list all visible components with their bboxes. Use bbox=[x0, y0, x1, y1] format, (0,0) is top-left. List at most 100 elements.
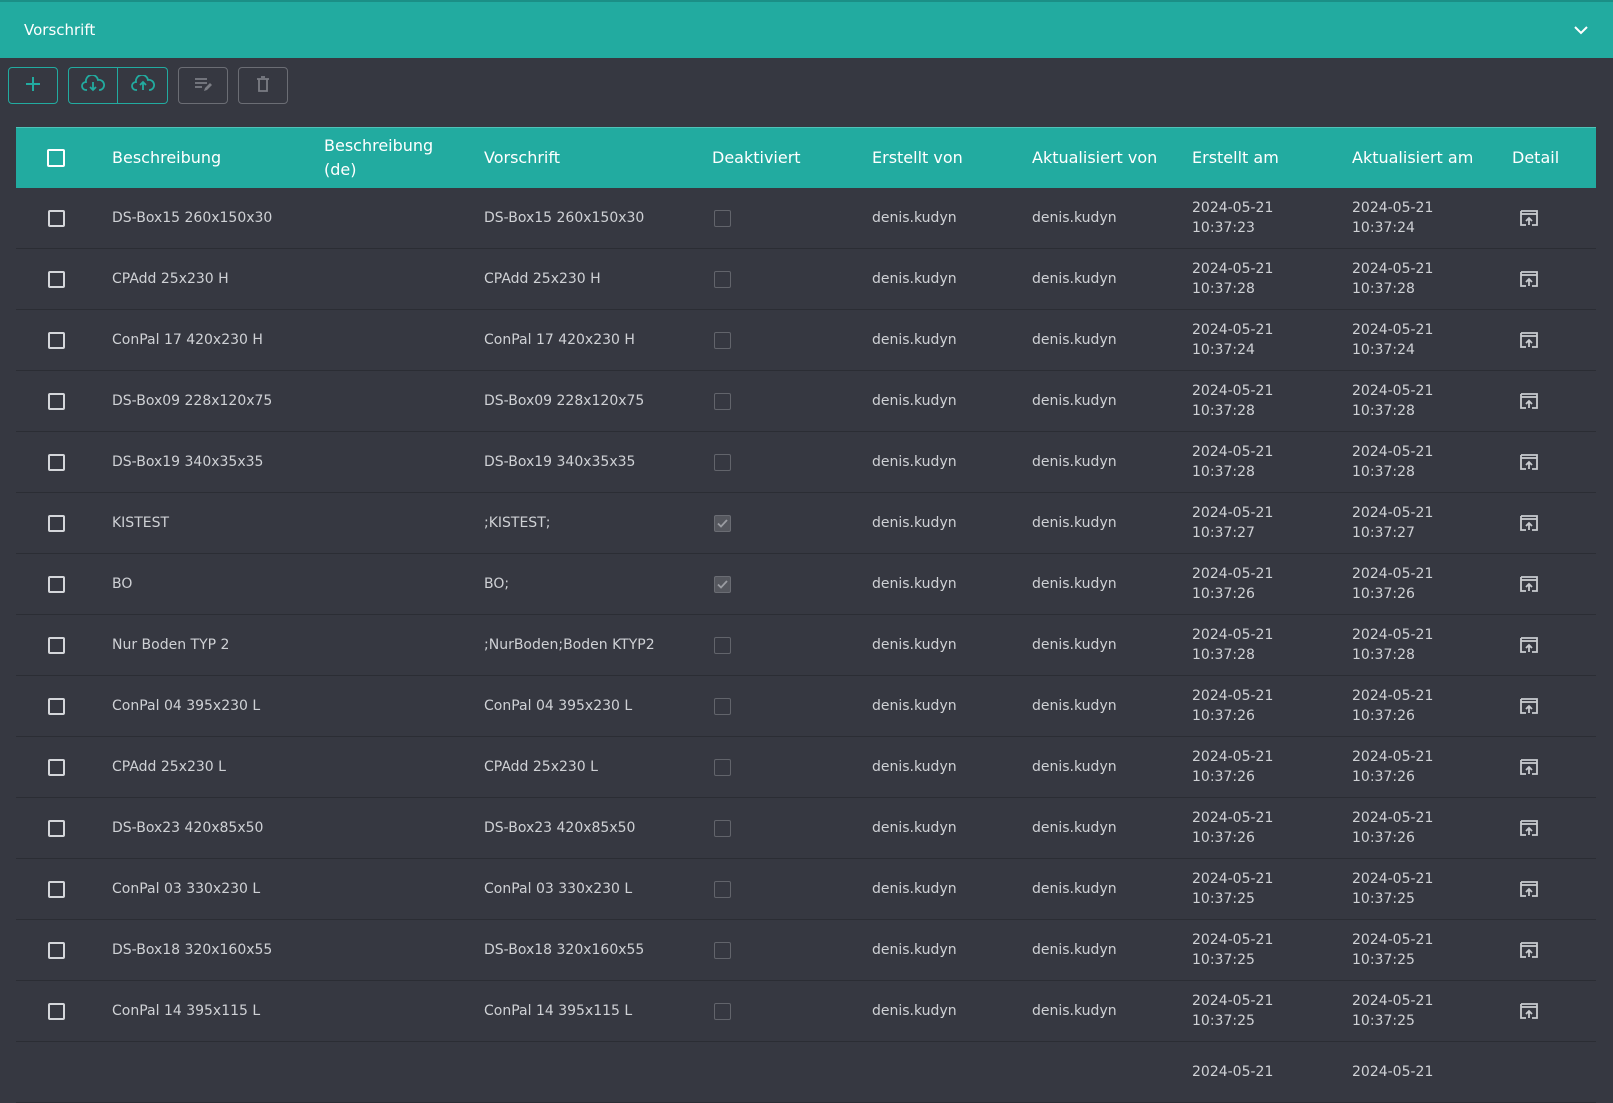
open-detail-icon[interactable] bbox=[1518, 207, 1540, 229]
cell-aktualisiert-von: denis.kudyn bbox=[1032, 515, 1117, 531]
row-select-checkbox[interactable] bbox=[47, 575, 65, 593]
table-row[interactable]: DS-Box18 320x160x55 DS-Box18 320x160x55 de… bbox=[16, 920, 1596, 981]
table-row[interactable]: ConPal 03 330x230 L ConPal 03 330x230 L de… bbox=[16, 859, 1596, 920]
cell-vorschrift: DS-Box23 420x85x50 bbox=[484, 820, 636, 836]
cell-aktualisiert-datum: 2024-05-21 bbox=[1352, 383, 1434, 399]
download-button[interactable] bbox=[68, 67, 118, 104]
cell-erstellt-von: denis.kudyn bbox=[872, 1003, 957, 1019]
col-header-erstellt-am[interactable]: Erstellt am bbox=[1176, 146, 1336, 170]
cell-aktualisiert-zeit: 10:37:28 bbox=[1352, 647, 1415, 663]
col-header-beschreibung-de[interactable]: Beschreibung (de) bbox=[308, 134, 468, 182]
add-button[interactable] bbox=[8, 67, 58, 104]
col-header-erstellt-von[interactable]: Erstellt von bbox=[856, 146, 1016, 170]
table-row[interactable]: BO BO; denis.kudyn denis.kudyn 2024-05-21 10:… bbox=[16, 554, 1596, 615]
cell-aktualisiert-zeit: 10:37:27 bbox=[1352, 525, 1415, 541]
table-row[interactable]: ConPal 14 395x115 L ConPal 14 395x115 L de… bbox=[16, 981, 1596, 1042]
row-select-checkbox[interactable] bbox=[47, 758, 65, 776]
deaktiviert-checkbox bbox=[714, 453, 731, 471]
cell-aktualisiert-datum: 2024-05-21 bbox=[1352, 444, 1434, 460]
table-row[interactable]: CPAdd 25x230 L CPAdd 25x230 L denis.kudyn d… bbox=[16, 737, 1596, 798]
row-select-checkbox[interactable] bbox=[47, 636, 65, 654]
cell-vorschrift: ;NurBoden;Boden KTYP2 bbox=[484, 637, 655, 653]
row-select-checkbox[interactable] bbox=[47, 331, 65, 349]
row-select-checkbox[interactable] bbox=[47, 453, 65, 471]
cell-aktualisiert-datum: 2024-05-21 bbox=[1352, 749, 1434, 765]
open-detail-icon[interactable] bbox=[1518, 878, 1540, 900]
row-select-checkbox[interactable] bbox=[47, 880, 65, 898]
open-detail-icon[interactable] bbox=[1518, 573, 1540, 595]
cloud-upload-icon bbox=[130, 73, 155, 97]
row-select-checkbox[interactable] bbox=[47, 697, 65, 715]
open-detail-icon[interactable] bbox=[1518, 634, 1540, 656]
panel-header[interactable]: Vorschrift bbox=[0, 0, 1613, 58]
upload-button[interactable] bbox=[118, 67, 168, 104]
cell-erstellt-von: denis.kudyn bbox=[872, 942, 957, 958]
table-row[interactable]: CPAdd 25x230 H CPAdd 25x230 H denis.kudyn d… bbox=[16, 249, 1596, 310]
cell-aktualisiert-datum: 2024-05-21 bbox=[1352, 871, 1434, 887]
open-detail-icon[interactable] bbox=[1518, 390, 1540, 412]
deaktiviert-checkbox bbox=[714, 1002, 731, 1020]
edit-button[interactable] bbox=[178, 67, 228, 104]
open-detail-icon[interactable] bbox=[1518, 939, 1540, 961]
row-select-checkbox[interactable] bbox=[47, 392, 65, 410]
row-select-checkbox[interactable] bbox=[47, 209, 65, 227]
cell-beschreibung: DS-Box09 228x120x75 bbox=[112, 393, 273, 409]
open-detail-icon[interactable] bbox=[1518, 451, 1540, 473]
open-detail-icon[interactable] bbox=[1518, 1000, 1540, 1022]
col-header-aktualisiert-von[interactable]: Aktualisiert von bbox=[1016, 146, 1176, 170]
chevron-down-icon[interactable] bbox=[1573, 22, 1589, 38]
cell-erstellt-datum: 2024-05-21 bbox=[1192, 688, 1274, 704]
cell-aktualisiert-von: denis.kudyn bbox=[1032, 637, 1117, 653]
table-row[interactable]: DS-Box15 260x150x30 DS-Box15 260x150x30 de… bbox=[16, 188, 1596, 249]
table-row[interactable]: DS-Box09 228x120x75 DS-Box09 228x120x75 de… bbox=[16, 371, 1596, 432]
delete-button[interactable] bbox=[238, 67, 288, 104]
open-detail-icon[interactable] bbox=[1518, 817, 1540, 839]
table-row[interactable]: Nur Boden TYP 2 ;NurBoden;Boden KTYP2 deni… bbox=[16, 615, 1596, 676]
cell-aktualisiert-datum: 2024-05-21 bbox=[1352, 932, 1434, 948]
table-row[interactable]: ConPal 04 395x230 L ConPal 04 395x230 L de… bbox=[16, 676, 1596, 737]
row-select-checkbox[interactable] bbox=[47, 1002, 65, 1020]
table-row[interactable]: KISTEST ;KISTEST; denis.kudyn denis.kudyn 20… bbox=[16, 493, 1596, 554]
cell-vorschrift: ConPal 14 395x115 L bbox=[484, 1003, 633, 1019]
cell-aktualisiert-datum: 2024-05-21 bbox=[1352, 322, 1434, 338]
row-select-checkbox[interactable] bbox=[47, 270, 65, 288]
cell-aktualisiert-von: denis.kudyn bbox=[1032, 942, 1117, 958]
deaktiviert-checkbox bbox=[714, 636, 731, 654]
cell-aktualisiert-von: denis.kudyn bbox=[1032, 1003, 1117, 1019]
cell-erstellt-von: denis.kudyn bbox=[872, 271, 957, 287]
row-select-checkbox[interactable] bbox=[47, 941, 65, 959]
open-detail-icon[interactable] bbox=[1518, 756, 1540, 778]
cell-erstellt-von: denis.kudyn bbox=[872, 210, 957, 226]
open-detail-icon[interactable] bbox=[1518, 268, 1540, 290]
cell-aktualisiert-datum: 2024-05-21 bbox=[1352, 261, 1434, 277]
cell-beschreibung: Nur Boden TYP 2 bbox=[112, 637, 230, 653]
open-detail-icon[interactable] bbox=[1518, 329, 1540, 351]
col-header-beschreibung[interactable]: Beschreibung bbox=[96, 146, 308, 170]
table-row[interactable]: 2024-05-21 2024-05-21 bbox=[16, 1042, 1596, 1103]
row-select-checkbox[interactable] bbox=[47, 819, 65, 837]
cell-erstellt-von: denis.kudyn bbox=[872, 881, 957, 897]
row-select-checkbox[interactable] bbox=[47, 514, 65, 532]
open-detail-icon[interactable] bbox=[1518, 695, 1540, 717]
col-header-aktualisiert-am[interactable]: Aktualisiert am bbox=[1336, 146, 1496, 170]
table-row[interactable]: ConPal 17 420x230 H ConPal 17 420x230 H de… bbox=[16, 310, 1596, 371]
table-row[interactable]: DS-Box23 420x85x50 DS-Box23 420x85x50 deni… bbox=[16, 798, 1596, 859]
cell-aktualisiert-zeit: 10:37:28 bbox=[1352, 464, 1415, 480]
col-header-deaktiviert[interactable]: Deaktiviert bbox=[696, 146, 856, 170]
cell-erstellt-zeit: 10:37:26 bbox=[1192, 586, 1255, 602]
col-header-detail: Detail bbox=[1512, 148, 1560, 167]
cell-aktualisiert-datum: 2024-05-21 bbox=[1352, 505, 1434, 521]
plus-icon bbox=[24, 75, 42, 97]
cell-aktualisiert-von: denis.kudyn bbox=[1032, 881, 1117, 897]
open-detail-icon[interactable] bbox=[1518, 512, 1540, 534]
cell-erstellt-datum: 2024-05-21 bbox=[1192, 566, 1274, 582]
deaktiviert-checkbox bbox=[714, 514, 731, 532]
table-row[interactable]: DS-Box19 340x35x35 DS-Box19 340x35x35 deni… bbox=[16, 432, 1596, 493]
cell-erstellt-von: denis.kudyn bbox=[872, 515, 957, 531]
cell-aktualisiert-zeit: 10:37:28 bbox=[1352, 403, 1415, 419]
deaktiviert-checkbox bbox=[714, 331, 731, 349]
select-all-checkbox[interactable] bbox=[47, 149, 65, 167]
col-header-vorschrift[interactable]: Vorschrift bbox=[468, 146, 696, 170]
cell-erstellt-zeit: 10:37:26 bbox=[1192, 769, 1255, 785]
cell-erstellt-datum: 2024-05-21 bbox=[1192, 505, 1274, 521]
